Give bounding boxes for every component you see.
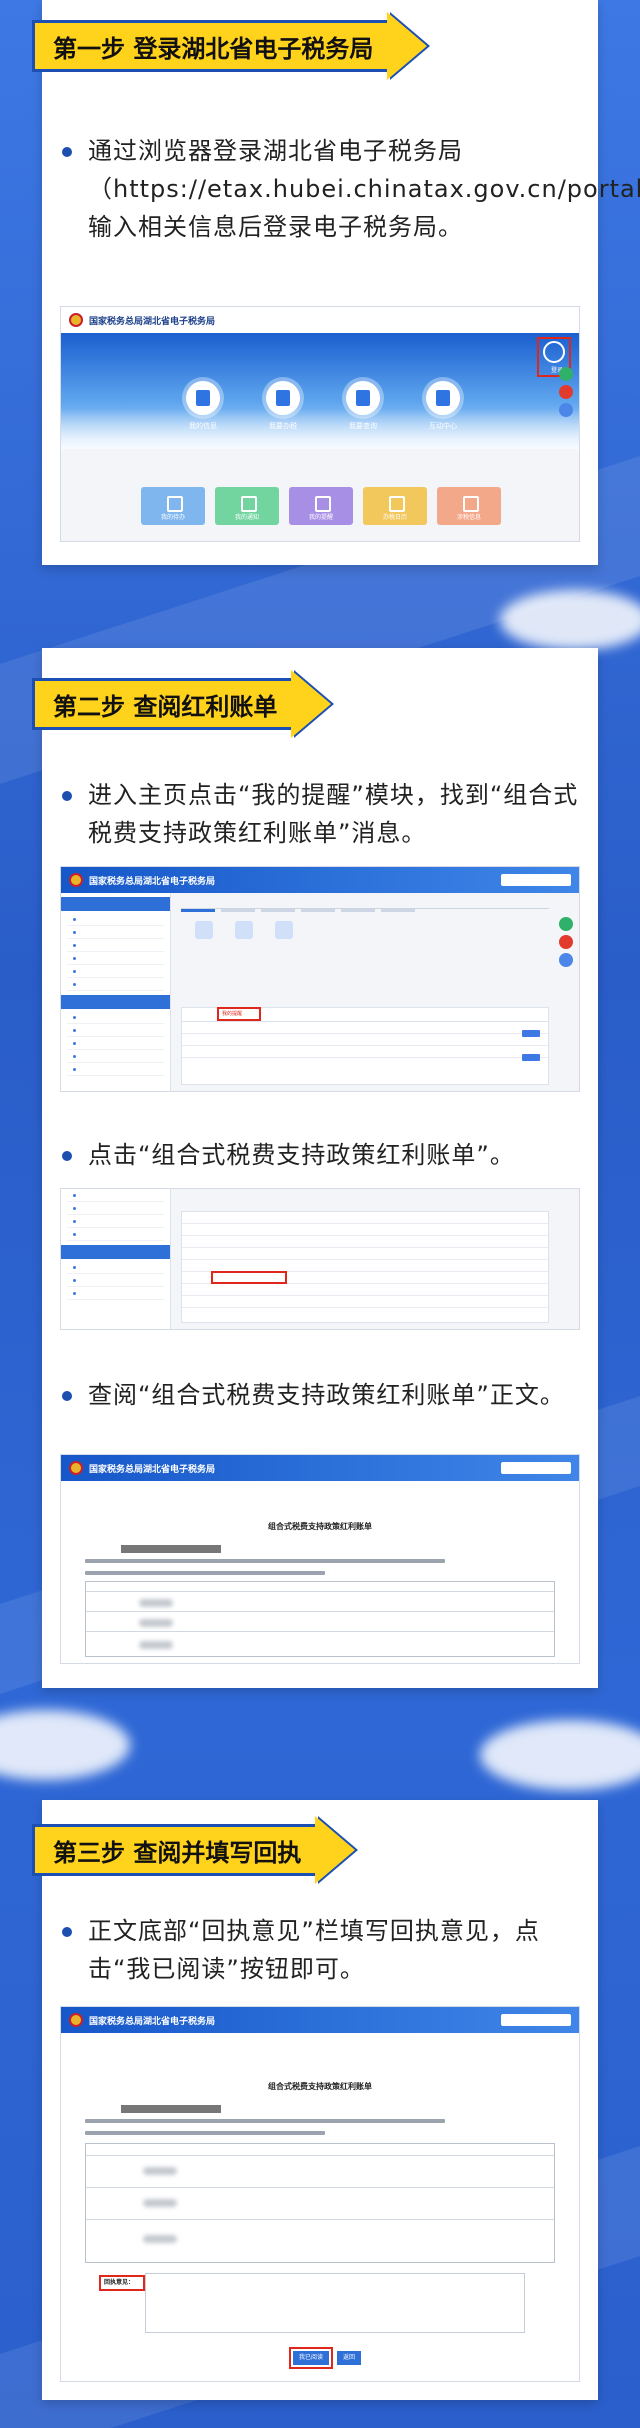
tax-emblem-icon — [69, 873, 83, 887]
side-float-icon[interactable] — [559, 917, 573, 931]
step-1-banner: 第一步 登录湖北省电子税务局 — [32, 12, 428, 80]
step-3-banner: 第三步 查阅并填写回执 — [32, 1816, 356, 1884]
interact-icon[interactable] — [426, 381, 460, 415]
cloud-decoration — [480, 1720, 640, 1790]
remind-tab-highlight[interactable]: 我的提醒 — [217, 1007, 261, 1021]
step-2-card: 第二步 查阅红利账单 进入主页点击“我的提醒”模块，找到“组合式税费支持政策红利… — [32, 648, 598, 1688]
bullet-dot-icon — [62, 1927, 72, 1937]
step-2-banner: 第二步 查阅红利账单 — [32, 670, 332, 738]
step-1-title: 第一步 登录湖北省电子税务局 — [32, 20, 391, 72]
hero-label: 我要查询 — [349, 422, 377, 430]
search-input[interactable] — [501, 2014, 571, 2026]
message-table — [181, 1211, 549, 1323]
banner-arrow-icon — [315, 1816, 356, 1884]
reminder-screenshot: 国家税务总局湖北省电子税务局 我的提醒 — [60, 866, 580, 1092]
tax-emblem-icon — [69, 313, 83, 327]
login-portal-screenshot: 国家税务总局湖北省电子税务局 我的信息 我要办税 我要查询 互动中心 登录 我的… — [60, 306, 580, 542]
step-2-bullet-1: 进入主页点击“我的提醒”模块，找到“组合式税费支持政策红利账单”消息。 — [62, 776, 582, 852]
banner-arrow-icon — [291, 670, 332, 738]
bullet-dot-icon — [62, 791, 72, 801]
return-button[interactable]: 返回 — [337, 2351, 361, 2365]
step-3-bullet: 正文底部“回执意见”栏填写回执意见，点击“我已阅读”按钮即可。 — [62, 1912, 582, 1988]
portal-header: 国家税务总局湖北省电子税务局 — [61, 307, 579, 333]
step-2-title: 第二步 查阅红利账单 — [32, 678, 295, 730]
search-input[interactable] — [501, 1462, 571, 1474]
etax-header: 国家税务总局湖北省电子税务局 — [61, 1455, 579, 1481]
tax-emblem-icon — [69, 2013, 83, 2027]
search-input[interactable] — [501, 874, 571, 886]
redacted-name — [121, 1545, 221, 1553]
bullet-dot-icon — [62, 147, 72, 157]
step-1-bullet: 通过浏览器登录湖北省电子税务局（https://etax.hubei.china… — [62, 132, 640, 246]
tile-todo[interactable]: 我的待办 — [141, 487, 205, 525]
tax-handle-icon[interactable] — [266, 381, 300, 415]
reply-screenshot: 国家税务总局湖北省电子税务局 组合式税费支持政策红利账单 回执意见： 我已阅读 … — [60, 2006, 580, 2382]
side-float-icon[interactable] — [559, 367, 573, 381]
tutorial-page: 第一步 登录湖北省电子税务局 通过浏览器登录湖北省电子税务局（https://e… — [0, 0, 640, 2428]
cloud-decoration — [0, 1710, 130, 1780]
left-menu — [61, 893, 171, 1091]
etax-header: 国家税务总局湖北省电子税务局 — [61, 2007, 579, 2033]
cloud-decoration — [500, 590, 640, 650]
portal-hero: 我的信息 我要办税 我要查询 互动中心 登录 — [61, 333, 579, 449]
tile-calendar[interactable]: 办税日历 — [363, 487, 427, 525]
tile-remind[interactable]: 我的提醒 — [289, 487, 353, 525]
bill-doc-title: 组合式税费支持政策红利账单 — [268, 1522, 372, 1531]
step-2-bullet-2: 点击“组合式税费支持政策红利账单”。 — [62, 1136, 582, 1174]
side-float-icon[interactable] — [559, 385, 573, 399]
banner-arrow-icon — [387, 12, 428, 80]
left-menu — [61, 1189, 171, 1329]
tax-emblem-icon — [69, 1461, 83, 1475]
etax-header: 国家税务总局湖北省电子税务局 — [61, 867, 579, 893]
reply-label-highlight: 回执意见： — [99, 2275, 145, 2291]
bill-doc-title: 组合式税费支持政策红利账单 — [268, 2082, 372, 2091]
quick-icons — [191, 921, 351, 951]
step-3-card: 第三步 查阅并填写回执 正文底部“回执意见”栏填写回执意见，点击“我已阅读”按钮… — [32, 1800, 598, 2400]
read-button[interactable]: 我已阅读 — [293, 2351, 329, 2365]
bill-document-screenshot: 国家税务总局湖北省电子税务局 组合式税费支持政策红利账单 — [60, 1454, 580, 1664]
reply-textarea[interactable] — [145, 2273, 525, 2333]
top-tabs[interactable] — [181, 897, 549, 912]
step-3-title: 第三步 查阅并填写回执 — [32, 1824, 319, 1876]
side-float-icon[interactable] — [559, 953, 573, 967]
step-2-bullet-3: 查阅“组合式税费支持政策红利账单”正文。 — [62, 1376, 582, 1414]
hero-label: 我要办税 — [269, 422, 297, 430]
bill-link-highlight[interactable] — [211, 1271, 287, 1284]
bullet-dot-icon — [62, 1391, 72, 1401]
bill-list-screenshot — [60, 1188, 580, 1330]
tile-notice[interactable]: 我的通知 — [215, 487, 279, 525]
step-1-card: 第一步 登录湖北省电子税务局 通过浏览器登录湖北省电子税务局（https://e… — [32, 0, 640, 565]
query-icon[interactable] — [346, 381, 380, 415]
hero-label: 我的信息 — [189, 422, 217, 430]
hero-label: 互动中心 — [429, 422, 457, 430]
side-float-icon[interactable] — [559, 403, 573, 417]
my-info-icon[interactable] — [186, 381, 220, 415]
side-float-icon[interactable] — [559, 935, 573, 949]
tile-taxinfo[interactable]: 涉税信息 — [437, 487, 501, 525]
redacted-name — [121, 2105, 221, 2113]
bullet-dot-icon — [62, 1151, 72, 1161]
